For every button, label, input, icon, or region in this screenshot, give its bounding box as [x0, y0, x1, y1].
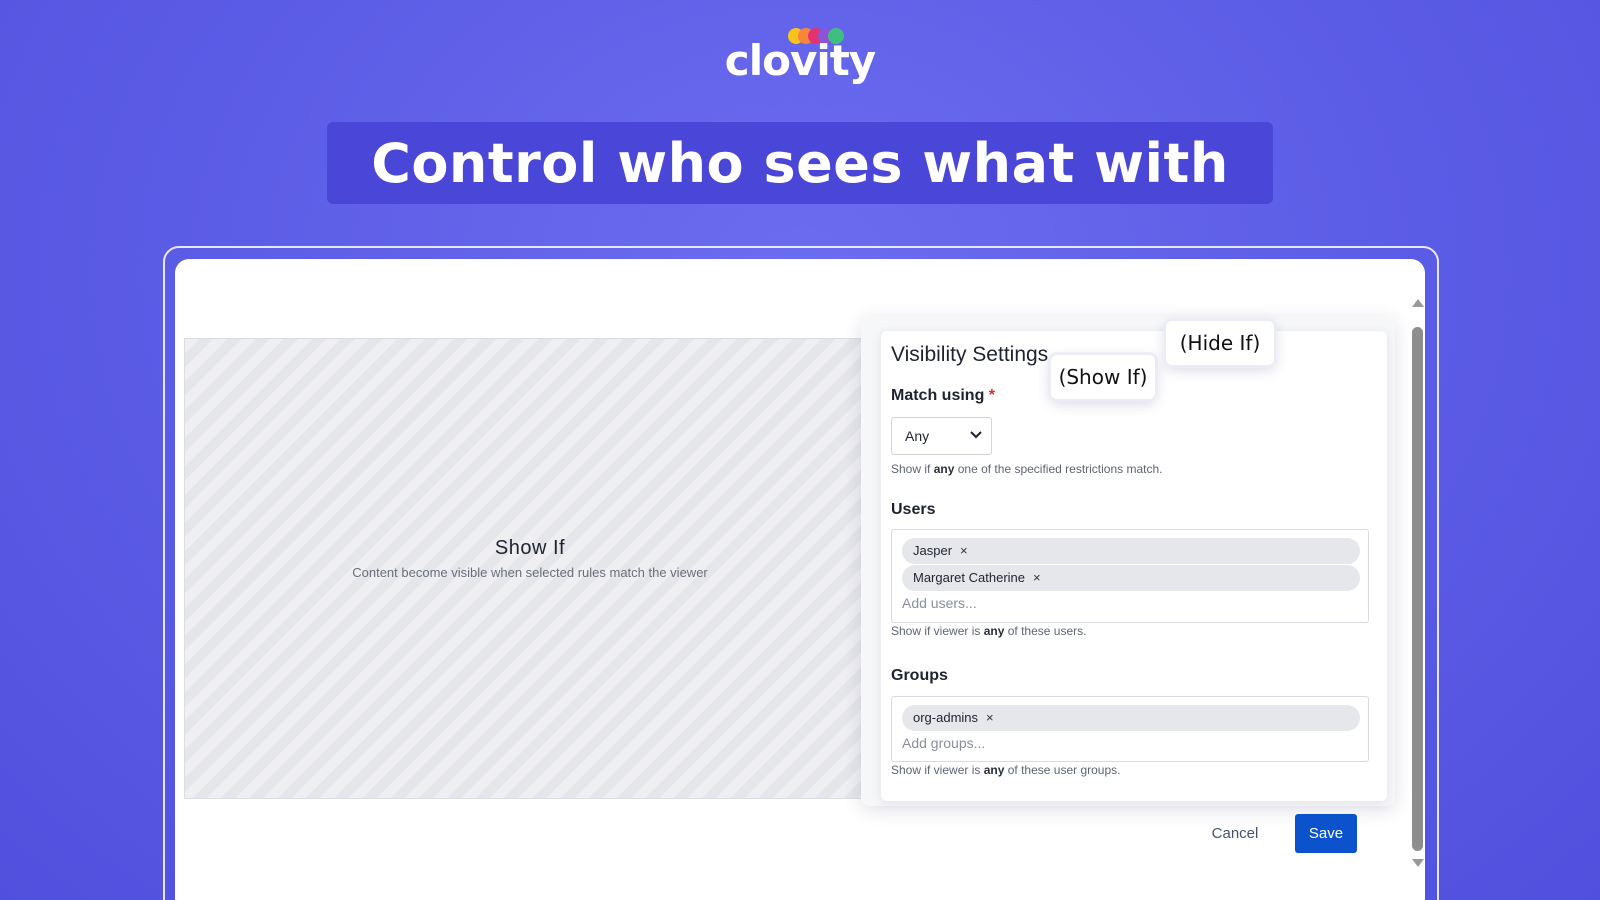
hide-if-callout: (Hide If): [1166, 321, 1274, 365]
scroll-up-icon[interactable]: [1412, 299, 1424, 307]
users-input[interactable]: Add users...: [902, 595, 977, 611]
match-help: Show if any one of the specified restric…: [891, 462, 1163, 476]
match-help-suffix: one of the specified restrictions match.: [957, 462, 1163, 476]
match-help-bold: any: [933, 462, 955, 476]
remove-group-icon[interactable]: ×: [986, 705, 994, 731]
scrollbar-thumb[interactable]: [1412, 327, 1423, 851]
user-chip: Margaret Catherine ×: [902, 565, 1360, 591]
scroll-down-icon[interactable]: [1412, 859, 1424, 867]
user-chip-label: Margaret Catherine: [913, 570, 1025, 585]
scrollbar[interactable]: [1410, 299, 1425, 869]
users-field[interactable]: Jasper × Margaret Catherine × Add users...: [891, 529, 1369, 623]
preview-title: Show If: [494, 537, 566, 559]
groups-help-bold: any: [983, 763, 1005, 777]
groups-label: Groups: [891, 667, 948, 684]
users-help: Show if viewer is any of these users.: [891, 624, 1086, 638]
users-help-prefix: Show if viewer is: [891, 624, 981, 638]
match-using-label: Match using *: [891, 387, 995, 405]
group-chip-label: org-admins: [913, 710, 979, 725]
users-help-bold: any: [983, 624, 1005, 638]
app-frame: Show If Content become visible when sele…: [175, 259, 1425, 900]
groups-help-suffix: of these user groups.: [1007, 763, 1121, 777]
save-button[interactable]: Save: [1295, 814, 1357, 853]
visibility-settings-panel: Visibility Settings Match using * Any Sh…: [881, 331, 1387, 801]
headline-text: Control who sees what with: [371, 131, 1229, 195]
match-using-select[interactable]: Any: [891, 417, 992, 455]
groups-input[interactable]: Add groups...: [902, 735, 985, 751]
user-chip-label: Jasper: [913, 543, 953, 558]
headline-banner: Control who sees what with: [327, 122, 1273, 204]
match-using-value: Any: [905, 428, 930, 444]
logo-wordmark: clovity: [724, 36, 876, 85]
show-if-callout: (Show If): [1051, 355, 1155, 399]
users-help-suffix: of these users.: [1007, 624, 1087, 638]
groups-field[interactable]: org-admins × Add groups...: [891, 696, 1369, 762]
preview-description: Content become visible when selected rul…: [352, 565, 708, 580]
remove-user-icon[interactable]: ×: [1033, 565, 1041, 591]
match-using-label-text: Match using: [891, 387, 985, 404]
groups-help: Show if viewer is any of these user grou…: [891, 763, 1120, 777]
users-label: Users: [891, 501, 936, 518]
cancel-button[interactable]: Cancel: [1204, 815, 1266, 851]
required-mark: *: [988, 387, 996, 404]
chevron-down-icon: [970, 431, 982, 439]
clovity-logo: clovity: [700, 26, 900, 86]
user-chip: Jasper ×: [902, 538, 1360, 564]
macro-preview: Show If Content become visible when sele…: [184, 338, 874, 799]
remove-user-icon[interactable]: ×: [960, 538, 968, 564]
group-chip: org-admins ×: [902, 705, 1360, 731]
match-help-prefix: Show if: [891, 462, 931, 476]
panel-title: Visibility Settings: [891, 343, 1049, 366]
groups-help-prefix: Show if viewer is: [891, 763, 981, 777]
